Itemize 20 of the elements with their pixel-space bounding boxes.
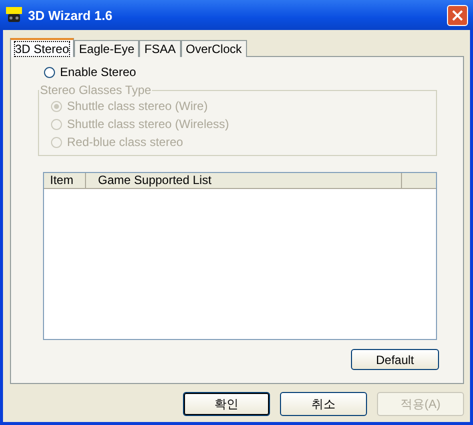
dialog-button[interactable]: 취소 [280,392,367,416]
default-button[interactable]: Default [351,349,439,370]
app-icon [6,7,22,23]
close-icon [452,10,463,20]
radio-label: Enable Stereo [60,65,136,79]
tab[interactable]: FSAA [139,40,181,57]
column-header[interactable]: Item [44,173,86,188]
radio-button[interactable] [44,66,55,78]
radio-label: Red-blue class stereo [67,135,184,149]
game-list[interactable]: Item Game Supported List [43,172,437,340]
window-title: 3D Wizard 1.6 [28,8,114,22]
tab[interactable]: Eagle-Eye [74,40,140,57]
column-header[interactable]: Game Supported List [86,173,402,188]
tab[interactable]: OverClock [180,40,247,57]
radio-label: Shuttle class stereo (Wire) [67,99,208,113]
tab[interactable]: 3D Stereo [10,38,74,57]
group-title: Stereo Glasses Type [39,83,152,97]
close-button[interactable] [447,4,468,26]
dialog-button[interactable]: 확인 [183,392,270,416]
radio-label: Shuttle class stereo (Wireless) [67,117,230,131]
